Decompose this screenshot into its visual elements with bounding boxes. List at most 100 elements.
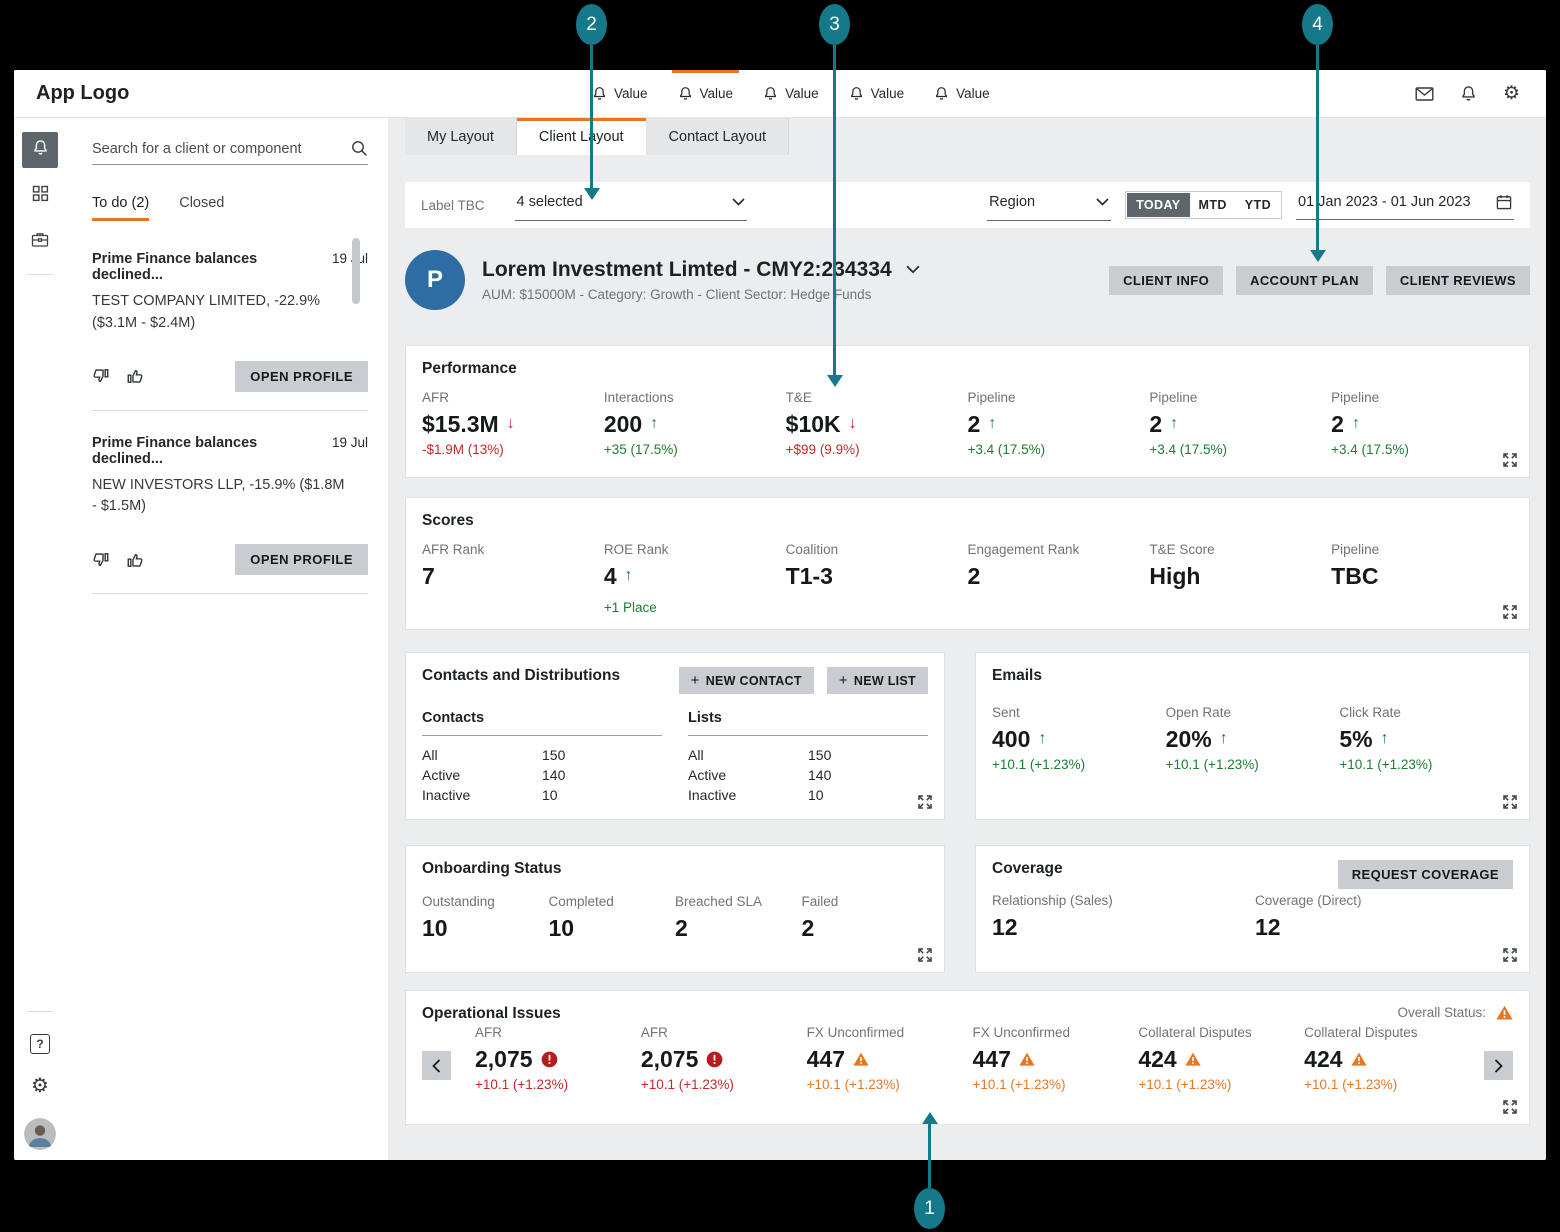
metric-change: +3.4 (17.5%) (1149, 442, 1331, 457)
thumbs-up-icon[interactable] (126, 367, 144, 385)
annotation-marker-2: 2 (576, 4, 607, 45)
help-icon[interactable]: ? (30, 1034, 50, 1054)
rail-dashboard-button[interactable] (22, 178, 58, 214)
rail-portfolio-button[interactable] (22, 224, 58, 260)
nav-item-value-3[interactable]: Value (763, 70, 819, 117)
gear-icon[interactable]: ⚙ (31, 1076, 49, 1096)
expand-icon[interactable] (917, 947, 933, 963)
bell-icon (849, 86, 864, 101)
metric-change: +$99 (9.9%) (786, 442, 968, 457)
nav-item-value-4[interactable]: Value (849, 70, 905, 117)
contacts-card: Contacts and Distributions +NEW CONTACT … (405, 652, 945, 820)
toggle-ytd[interactable]: YTD (1236, 193, 1280, 217)
tab-client-layout[interactable]: Client Layout (517, 118, 647, 155)
tab-closed[interactable]: Closed (179, 195, 224, 221)
thumbs-up-icon[interactable] (126, 551, 144, 569)
chevron-down-icon (1096, 193, 1109, 211)
nav-item-value-2[interactable]: Value (678, 70, 734, 117)
nav-item-value-5[interactable]: Value (934, 70, 990, 117)
lists-group: Lists All150 Active140 Inactive10 (688, 710, 928, 805)
account-plan-button[interactable]: ACCOUNT PLAN (1236, 266, 1373, 295)
client-info-button[interactable]: CLIENT INFO (1109, 266, 1223, 295)
mail-icon[interactable] (1415, 86, 1434, 102)
toggle-mtd[interactable]: MTD (1190, 193, 1236, 217)
annotation-marker-4: 4 (1302, 4, 1333, 45)
bell-icon[interactable] (1460, 85, 1477, 102)
expand-icon[interactable] (1502, 947, 1518, 963)
briefcase-icon (31, 231, 49, 253)
metric-coverage-direct: Coverage (Direct) 12 (1255, 893, 1513, 940)
search-icon[interactable] (351, 140, 368, 157)
open-profile-button[interactable]: OPEN PROFILE (235, 544, 368, 575)
metric-tne: T&E $10K↓ +$99 (9.9%) (786, 390, 968, 457)
expand-icon[interactable] (1502, 452, 1518, 468)
client-reviews-button[interactable]: CLIENT REVIEWS (1386, 266, 1530, 295)
performance-card: Performance AFR $15.3M↓ -$1.9M (13%) Int… (405, 345, 1530, 478)
new-list-button[interactable]: +NEW LIST (827, 667, 928, 694)
expand-icon[interactable] (1502, 604, 1518, 620)
sidebar-tabs: To do (2) Closed (92, 195, 368, 221)
chevron-down-icon[interactable] (906, 261, 920, 279)
tab-contact-layout[interactable]: Contact Layout (647, 118, 790, 155)
metric-label: Completed (549, 894, 676, 909)
date-range-value: 01 Jan 2023 - 01 Jun 2023 (1298, 194, 1471, 210)
metric-label: T&E (786, 390, 968, 405)
card-title: Scores (422, 512, 1513, 530)
expand-icon[interactable] (1502, 1099, 1518, 1115)
client-avatar: P (405, 250, 465, 310)
nav-item-value-1[interactable]: Value (592, 70, 648, 117)
tab-my-layout[interactable]: My Layout (405, 118, 517, 155)
date-range-picker[interactable]: 01 Jan 2023 - 01 Jun 2023 (1296, 191, 1514, 220)
metric-label: Interactions (604, 390, 786, 405)
metric-pipeline: Pipeline 2↑ +3.4 (17.5%) (967, 390, 1149, 457)
carousel-prev-button[interactable] (422, 1051, 451, 1080)
sidebar-scrollbar[interactable] (352, 238, 360, 304)
metric-label: Open Rate (1166, 705, 1340, 720)
multiselect-dropdown[interactable]: 4 selected (515, 190, 747, 221)
thumbs-down-icon[interactable] (92, 367, 110, 385)
row-value: 10 (542, 787, 662, 803)
rail-notifications-button[interactable] (22, 132, 58, 168)
thumbs-down-icon[interactable] (92, 551, 110, 569)
open-profile-button[interactable]: OPEN PROFILE (235, 361, 368, 392)
metric-change: +10.1 (+1.23%) (475, 1077, 641, 1092)
tab-todo[interactable]: To do (2) (92, 195, 149, 221)
expand-icon[interactable] (1502, 794, 1518, 810)
region-dropdown[interactable]: Region (987, 190, 1111, 221)
annotation-arrow-line (928, 1124, 931, 1188)
metric-label: Pipeline (1331, 390, 1513, 405)
metric-sent: Sent 400↑ +10.1 (+1.23%) (992, 705, 1166, 772)
client-header: P Lorem Investment Limted - CMY2:234334 … (405, 250, 1530, 310)
metric-interactions: Interactions 200↑ +35 (17.5%) (604, 390, 786, 457)
metric-pipeline: Pipeline 2↑ +3.4 (17.5%) (1149, 390, 1331, 457)
metric-value: 424 (1304, 1046, 1342, 1072)
request-coverage-button[interactable]: REQUEST COVERAGE (1338, 860, 1513, 889)
row-value: 140 (542, 767, 662, 783)
metric-value: T1-3 (786, 563, 833, 589)
annotation-arrow-line (590, 45, 593, 188)
metric-value: 20% (1166, 726, 1212, 752)
sidebar-icon-rail: ? ⚙ (14, 118, 66, 1160)
metric-tne-score: T&E Score High (1149, 542, 1331, 615)
metric-open-rate: Open Rate 20%↑ +10.1 (+1.23%) (1166, 705, 1340, 772)
toggle-today[interactable]: TODAY (1127, 193, 1189, 217)
new-contact-button[interactable]: +NEW CONTACT (679, 667, 814, 694)
search-input[interactable] (92, 141, 351, 157)
metric-change: +3.4 (17.5%) (1331, 442, 1513, 457)
row-label: Inactive (422, 787, 542, 803)
expand-icon[interactable] (917, 794, 933, 810)
gear-icon[interactable]: ⚙ (1503, 84, 1520, 103)
nav-item-label: Value (871, 86, 905, 101)
warning-icon (1185, 1052, 1201, 1066)
client-name: Lorem Investment Limted - CMY2:234334 (482, 258, 892, 282)
card-title: Contacts and Distributions (422, 667, 620, 685)
table-row: Active140 (422, 765, 662, 785)
metric-value: 447 (807, 1046, 845, 1072)
user-avatar[interactable] (24, 1118, 56, 1150)
metric-change: +1 Place (604, 600, 786, 615)
scores-card: Scores AFR Rank 7 ROE Rank 4↑ +1 Place C… (405, 497, 1530, 630)
metric-afr-rank: AFR Rank 7 (422, 542, 604, 615)
metric-label: Pipeline (1331, 542, 1513, 557)
carousel-next-button[interactable] (1484, 1051, 1513, 1080)
rail-divider (27, 274, 53, 275)
